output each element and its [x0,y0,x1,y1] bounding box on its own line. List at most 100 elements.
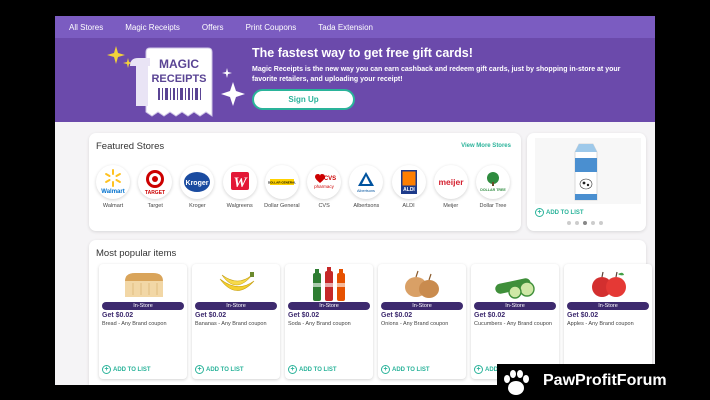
plus-icon: + [474,365,483,374]
in-store-badge: In-Store [288,302,370,310]
carousel-dot-active[interactable] [583,221,587,225]
featured-stores-card: Featured Stores View More Stores Walmart… [89,133,521,231]
item-description: Cucumbers - Any Brand coupon [474,321,552,327]
soda-image [313,267,345,301]
store-dollar-general[interactable]: DOLLAR GENERAL Dollar General [262,165,302,209]
add-to-list-label: ADD TO LIST [206,366,244,373]
item-card-cucumbers[interactable]: In-Store Get $0.02 Cucumbers - Any Brand… [471,264,559,379]
add-to-list-label: ADD TO LIST [546,209,584,216]
featured-stores-title: Featured Stores [96,141,165,152]
carousel-dots [567,221,603,225]
store-kroger[interactable]: Kroger Kroger [177,165,217,209]
store-name: Walgreens [226,203,253,209]
hero-title: The fastest way to get free gift cards! [252,46,473,60]
item-card-apples[interactable]: In-Store Get $0.02 Apples - Any Brand co… [564,264,652,379]
store-meijer[interactable]: meijer Meijer [431,165,471,209]
nav-magic-receipts[interactable]: Magic Receipts [125,23,180,32]
carousel-dot[interactable] [591,221,595,225]
nav-offers[interactable]: Offers [202,23,224,32]
svg-text:pharmacy: pharmacy [314,184,335,189]
nav-tada-extension[interactable]: Tada Extension [318,23,373,32]
sign-up-button[interactable]: Sign Up [252,89,355,110]
content-area: Featured Stores View More Stores Walmart… [55,122,655,385]
in-store-badge: In-Store [102,302,184,310]
store-target[interactable]: TARGET Target [135,165,175,209]
milk-carton-image[interactable] [535,138,641,204]
item-price: Get $0.02 [195,312,227,319]
svg-text:CVS: CVS [324,176,336,182]
albertsons-logo: Albertsons [349,165,384,199]
dollar-tree-logo: DOLLAR TREE [475,165,510,199]
carousel-dot[interactable] [567,221,571,225]
sparkle-icon [221,82,245,106]
store-name: Meijer [443,203,459,209]
item-card-bread[interactable]: In-Store Get $0.02 Bread - Any Brand cou… [99,264,187,379]
promo-add-to-list-button[interactable]: + ADD TO LIST [535,208,584,217]
watermark: PawProfitForum [497,364,710,400]
sparkle-icon [107,46,125,64]
bananas-image [219,272,255,291]
logo-line2: RECEIPTS [151,73,206,85]
item-card-soda[interactable]: In-Store Get $0.02 Soda - Any Brand coup… [285,264,373,379]
plus-icon: + [535,208,544,217]
top-nav: All Stores Magic Receipts Offers Print C… [55,16,655,38]
in-store-badge: In-Store [381,302,463,310]
magic-receipts-illustration: MAGIC RECEIPTS [107,46,245,117]
hero-description: Magic Receipts is the new way you can ea… [252,66,621,83]
add-to-list-label: ADD TO LIST [299,366,337,373]
carousel-dot[interactable] [599,221,603,225]
item-card-onions[interactable]: In-Store Get $0.02 Onions - Any Brand co… [378,264,466,379]
kroger-logo: Kroger [180,165,215,199]
item-card-bananas[interactable]: In-Store Get $0.02 Bananas - Any Brand c… [192,264,280,379]
plus-icon: + [288,365,297,374]
store-aldi[interactable]: ALDI ALDI [389,165,429,209]
store-name: ALDI [402,203,415,209]
item-description: Onions - Any Brand coupon [381,321,449,327]
item-description: Bread - Any Brand coupon [102,321,167,327]
item-price: Get $0.02 [567,312,599,319]
store-walmart[interactable]: Walmart Walmart [93,165,133,209]
item-list: In-Store Get $0.02 Bread - Any Brand cou… [99,264,652,379]
in-store-badge: In-Store [195,302,277,310]
sparkle-icon [222,68,232,78]
cvs-logo: CVS pharmacy [307,165,342,199]
store-albertsons[interactable]: Albertsons Albertsons [346,165,386,209]
hero-banner: MAGIC RECEIPTS The fastest way to get fr… [55,38,655,122]
in-store-badge: In-Store [567,302,649,310]
dollar-general-logo: DOLLAR GENERAL [264,165,299,199]
page: All Stores Magic Receipts Offers Print C… [55,16,655,385]
svg-text:DOLLAR GENERAL: DOLLAR GENERAL [268,181,296,185]
carousel-dot[interactable] [575,221,579,225]
logo-line1: MAGIC [159,57,199,71]
watermark-text: PawProfitForum [543,372,667,389]
store-name: Dollar General [264,203,300,209]
add-to-list-button[interactable]: + ADD TO LIST [102,365,151,374]
target-logo: TARGET [138,165,173,199]
apples-image [592,271,626,297]
nav-print-coupons[interactable]: Print Coupons [246,23,297,32]
nav-all-stores[interactable]: All Stores [69,23,103,32]
item-price: Get $0.02 [288,312,320,319]
store-name: Albertsons [353,203,380,209]
plus-icon: + [102,365,111,374]
item-description: Soda - Any Brand coupon [288,321,351,327]
plus-icon: + [381,365,390,374]
promo-card: + ADD TO LIST [527,133,646,231]
item-description: Bananas - Any Brand coupon [195,321,267,327]
store-walgreens[interactable]: W Walgreens [220,165,260,209]
add-to-list-button[interactable]: + ADD TO LIST [195,365,244,374]
aldi-logo: ALDI [391,165,426,199]
store-dollar-tree[interactable]: DOLLAR TREE Dollar Tree [473,165,513,209]
onions-image [405,270,439,298]
item-price: Get $0.02 [474,312,506,319]
item-price: Get $0.02 [102,312,134,319]
svg-text:Walmart: Walmart [101,189,124,195]
add-to-list-button[interactable]: + ADD TO LIST [288,365,337,374]
bread-image [125,273,163,297]
view-more-stores-link[interactable]: View More Stores [461,143,511,149]
meijer-logo: meijer [433,165,468,199]
cucumbers-image [495,278,535,299]
add-to-list-button[interactable]: + ADD TO LIST [381,365,430,374]
walmart-logo: Walmart [96,165,130,199]
store-cvs[interactable]: CVS pharmacy CVS [304,165,344,209]
